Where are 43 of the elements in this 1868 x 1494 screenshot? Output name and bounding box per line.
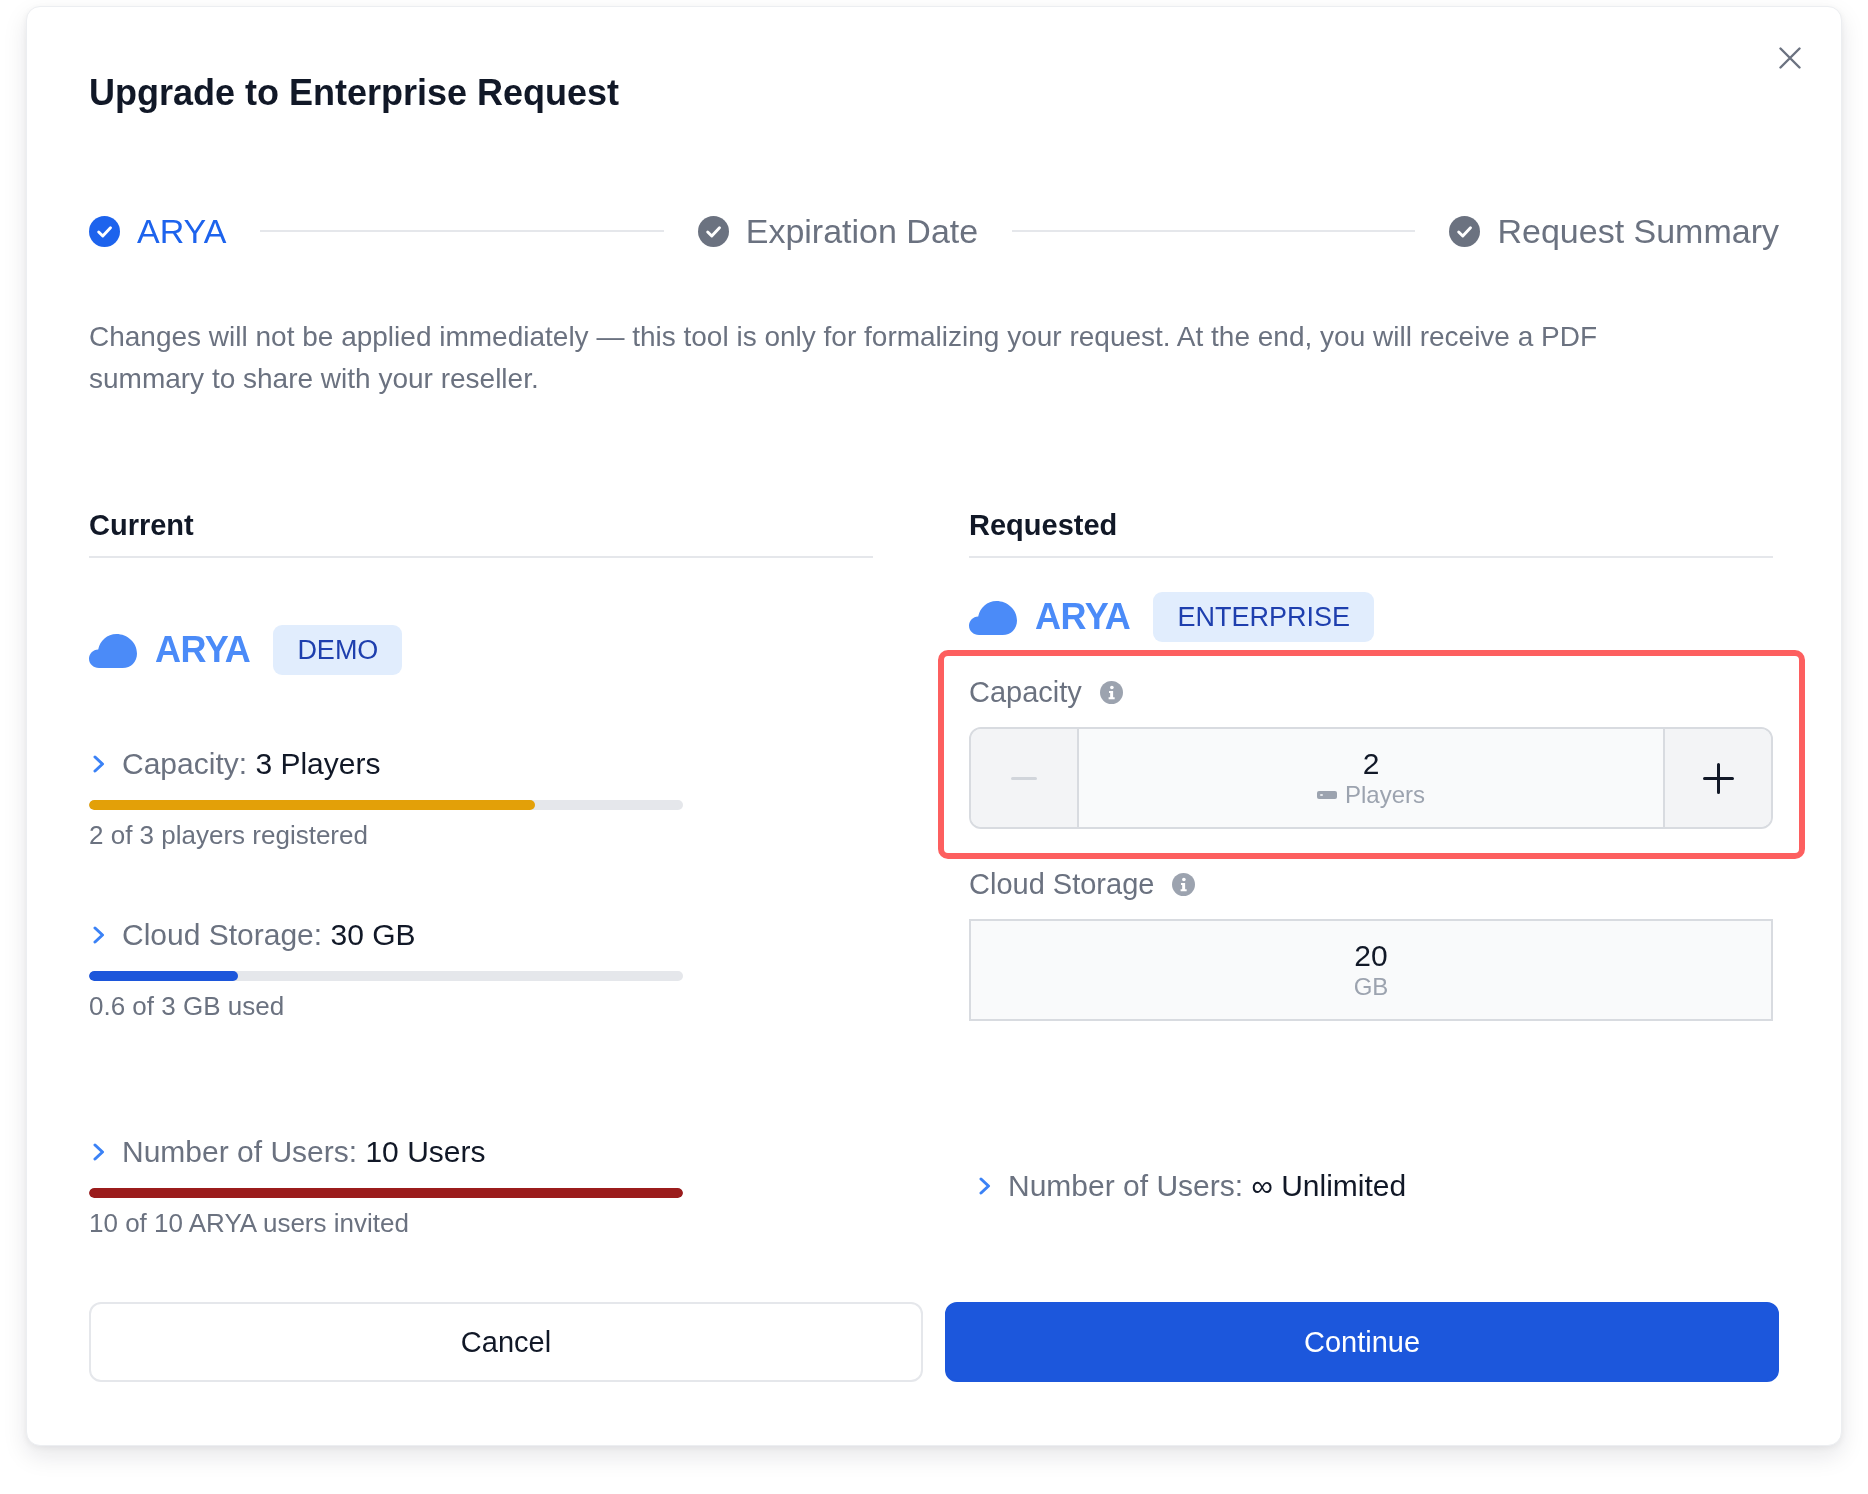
chevron-right-icon [93, 755, 105, 773]
increment-button[interactable] [1663, 729, 1771, 827]
product-name: ARYA [155, 630, 251, 670]
unit-label: GB [1353, 973, 1389, 1001]
unit-label: Players [1345, 781, 1425, 809]
metric-text: Cloud Storage: 30 GB [122, 917, 416, 953]
usage-caption: 0.6 of 3 GB used [89, 991, 286, 1021]
usage-caption: 2 of 3 players registered [89, 820, 369, 850]
chevron-right-icon [93, 926, 105, 944]
check-circle-icon [1449, 215, 1481, 247]
info-icon[interactable] [1099, 680, 1123, 704]
usage-caption: 10 of 10 ARYA users invited [89, 1208, 410, 1238]
storage-field[interactable]: 20 GB [969, 919, 1773, 1021]
dialog-title: Upgrade to Enterprise Request [89, 73, 620, 113]
step-tab[interactable]: Expiration Date [697, 211, 979, 251]
chevron-right-icon [979, 1177, 991, 1195]
cancel-button[interactable]: Cancel [89, 1302, 923, 1382]
plus-icon [1702, 762, 1734, 794]
plan-badge: ENTERPRISE [1153, 592, 1374, 642]
continue-button[interactable]: Continue [945, 1302, 1779, 1382]
metric-text: Number of Users: ∞ Unlimited [1008, 1168, 1407, 1204]
section-heading: Requested [969, 508, 1118, 542]
chevron-right-icon [93, 1143, 105, 1161]
field-label: Cloud Storage [969, 867, 1155, 901]
check-circle-icon [89, 215, 120, 247]
cloud-icon [969, 599, 1017, 635]
step-tab[interactable]: Request Summary [1449, 211, 1779, 251]
plan-badge: DEMO [273, 625, 403, 675]
check-circle-icon [697, 215, 729, 247]
field-label: Capacity [969, 675, 1082, 709]
minus-icon [1011, 776, 1037, 780]
step-tab[interactable]: ARYA [89, 211, 227, 251]
device-icon [1317, 791, 1337, 799]
quantity-stepper[interactable]: 2 Players [969, 727, 1773, 829]
storage-value: 20 [1354, 939, 1388, 973]
metric-text: Capacity: 3 Players [122, 746, 381, 782]
metric-text: Number of Users: 10 Users [122, 1134, 486, 1170]
notice-text: Changes will not be applied immediately — this tool is only for formalizing your request. At the end, you will receive a PDF summary to share with your reseller. [89, 320, 1599, 396]
product-name: ARYA [1035, 597, 1131, 637]
section-heading: Current [89, 508, 194, 542]
quantity-value: 2 [1362, 747, 1380, 781]
info-icon[interactable] [1172, 872, 1196, 896]
cloud-icon [89, 632, 137, 668]
